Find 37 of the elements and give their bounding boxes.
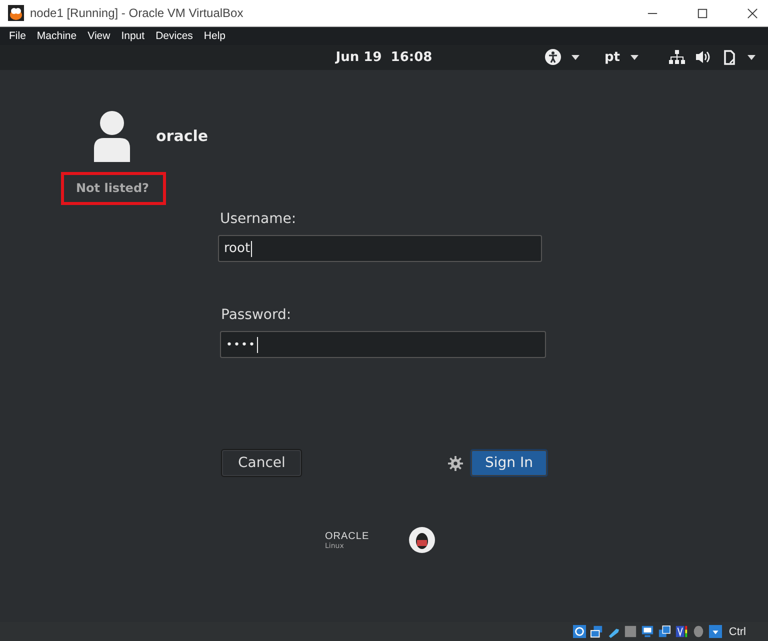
- menu-item[interactable]: Input: [121, 30, 145, 42]
- menu-item[interactable]: File: [9, 30, 26, 42]
- username-field[interactable]: root: [218, 235, 542, 262]
- menu-item[interactable]: View: [88, 30, 110, 42]
- avatar-icon: [409, 527, 436, 553]
- user-icon[interactable]: [92, 110, 132, 162]
- network-icon[interactable]: [669, 49, 685, 65]
- password-label: Password:: [221, 307, 292, 323]
- menu-item[interactable]: Help: [204, 30, 226, 42]
- clock[interactable]: Jun 19 16:08: [336, 50, 432, 65]
- settings-icon[interactable]: [448, 456, 463, 470]
- virtualbox-app-icon: [8, 5, 24, 21]
- menu-item[interactable]: Machine: [36, 30, 77, 42]
- brand-logo-text: ORACLE: [325, 530, 370, 542]
- dropdown-arrow-icon[interactable]: [630, 54, 639, 60]
- dropdown-arrow-icon[interactable]: [571, 54, 580, 60]
- windows-icon[interactable]: [658, 625, 671, 638]
- menu-item[interactable]: Devices: [156, 30, 193, 42]
- password-field[interactable]: ••••: [220, 331, 546, 358]
- username-label: Username:: [220, 211, 298, 227]
- window-title: node1 [Running] - Oracle VM VirtualBox: [30, 6, 244, 20]
- close-icon[interactable]: [747, 8, 758, 18]
- display-icon[interactable]: [640, 625, 654, 638]
- recording-icon[interactable]: [674, 625, 688, 638]
- network-adapter-icon[interactable]: [590, 625, 603, 638]
- host-key-label: Ctrl: [728, 626, 746, 638]
- volume-icon[interactable]: [695, 49, 711, 65]
- user-name[interactable]: oracle: [156, 127, 208, 145]
- disk-icon[interactable]: [572, 625, 586, 638]
- sign-in-button[interactable]: Sign In: [470, 449, 548, 477]
- dropdown-arrow-icon[interactable]: [747, 54, 756, 60]
- maximize-icon[interactable]: [697, 8, 708, 18]
- mouse-icon[interactable]: [692, 625, 705, 638]
- accessibility-icon[interactable]: [545, 49, 562, 65]
- keyboard-layout-indicator[interactable]: pt: [604, 50, 620, 64]
- cancel-button[interactable]: Cancel: [221, 449, 302, 477]
- not-listed-link[interactable]: Not listed?: [61, 172, 166, 205]
